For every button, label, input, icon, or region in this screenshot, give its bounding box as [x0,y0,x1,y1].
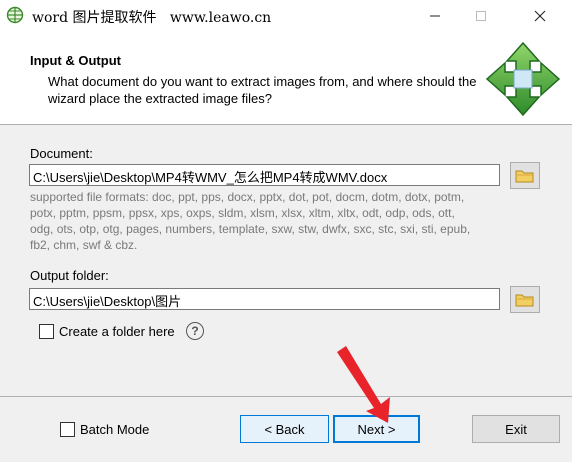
browse-document-button[interactable] [510,162,540,189]
exit-button[interactable]: Exit [472,415,560,443]
document-path-input[interactable]: C:\Users\jie\Desktop\MP4转WMV_怎么把MP4转成WMV… [29,164,500,186]
close-button[interactable] [517,0,563,31]
maximize-button[interactable] [458,0,504,31]
batch-mode-label[interactable]: Batch Mode [80,422,149,437]
help-icon[interactable]: ? [186,322,204,340]
document-label: Document: [30,146,93,161]
window-title: word 图片提取软件 www.leawo.cn [32,10,272,26]
page-description: What document do you want to extract ima… [48,74,477,106]
supported-formats-text: supported file formats: doc, ppt, pps, d… [30,190,471,252]
globe-grid-icon [6,6,24,24]
folder-icon [515,170,534,182]
four-way-arrow-icon [485,41,561,117]
batch-mode-checkbox[interactable] [60,422,75,437]
page-title: Input & Output [30,53,121,68]
back-button[interactable]: < Back [240,415,329,443]
output-folder-input[interactable]: C:\Users\jie\Desktop\图片 [29,288,500,310]
minimize-button[interactable] [412,0,458,31]
wizard-content: Document: C:\Users\jie\Desktop\MP4转WMV_怎… [0,124,572,396]
close-icon [534,10,546,21]
title-bar: word 图片提取软件 www.leawo.cn [0,0,572,31]
wizard-header: Input & Output What document do you want… [0,31,572,124]
browse-output-button[interactable] [510,286,540,313]
wizard-footer: Batch Mode < Back Next > Exit [0,396,572,462]
maximize-icon [476,10,486,21]
create-folder-label[interactable]: Create a folder here [59,324,175,339]
minimize-icon [430,15,440,16]
next-button[interactable]: Next > [333,415,420,443]
output-folder-label: Output folder: [30,268,109,283]
folder-icon [515,294,534,306]
create-folder-checkbox[interactable] [39,324,54,339]
